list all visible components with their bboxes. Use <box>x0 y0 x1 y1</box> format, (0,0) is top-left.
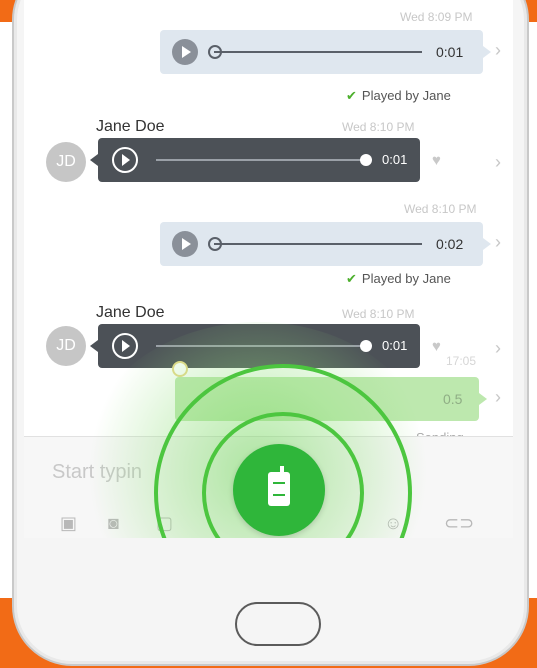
chevron-right-icon[interactable]: › <box>495 338 501 359</box>
message-time: Wed 8:10 PM <box>342 307 415 321</box>
seek-knob[interactable] <box>360 154 372 166</box>
sender-name: Jane Doe <box>96 118 165 135</box>
home-button[interactable] <box>235 602 321 646</box>
played-status: ✔ Played by Jane <box>346 88 451 103</box>
message-time: Wed 8:10 PM <box>342 120 415 134</box>
chevron-right-icon[interactable]: › <box>495 387 501 408</box>
outgoing-voice-message[interactable]: 0:01 <box>160 30 491 74</box>
audio-track[interactable] <box>214 51 422 53</box>
check-icon: ✔ <box>346 271 357 286</box>
avatar[interactable]: JD <box>46 142 86 182</box>
avatar[interactable]: JD <box>46 326 86 366</box>
play-icon[interactable] <box>112 333 138 359</box>
outgoing-voice-message[interactable]: 0:02 <box>160 222 491 266</box>
incoming-voice-message[interactable]: 0:01 <box>90 138 420 182</box>
audio-duration: 0.5 <box>443 391 463 407</box>
audio-track[interactable] <box>156 159 366 161</box>
message-time: Wed 8:09 PM <box>400 10 473 24</box>
played-status: ✔ Played by Jane <box>346 271 451 286</box>
image-icon[interactable]: ▣ <box>60 513 77 534</box>
sender-name: Jane Doe <box>96 304 165 321</box>
attachment-icon[interactable]: ⊂⊃ <box>444 513 474 534</box>
chevron-right-icon[interactable]: › <box>495 40 501 61</box>
heart-icon[interactable]: ♥ <box>432 338 441 355</box>
message-time: 17:05 <box>446 354 477 368</box>
chevron-right-icon[interactable]: › <box>495 152 501 173</box>
audio-duration: 0:01 <box>382 152 408 167</box>
play-icon[interactable] <box>172 231 198 257</box>
play-icon[interactable] <box>112 147 138 173</box>
push-to-talk-button[interactable] <box>233 444 325 536</box>
audio-duration: 0:01 <box>436 44 464 60</box>
heart-icon[interactable]: ♥ <box>432 152 441 169</box>
audio-track[interactable] <box>214 243 422 245</box>
message-time: Wed 8:10 PM <box>404 202 477 216</box>
chevron-right-icon[interactable]: › <box>495 232 501 253</box>
chat-screen: Wed 8:09 PM 0:01 › ✔ Played by Jane Jane … <box>24 0 513 538</box>
play-icon[interactable] <box>172 39 198 65</box>
check-icon: ✔ <box>346 88 357 103</box>
walkie-talkie-icon <box>268 466 290 506</box>
audio-duration: 0:01 <box>382 338 408 353</box>
audio-duration: 0:02 <box>436 236 464 252</box>
phone-frame: Wed 8:09 PM 0:01 › ✔ Played by Jane Jane … <box>12 0 529 666</box>
